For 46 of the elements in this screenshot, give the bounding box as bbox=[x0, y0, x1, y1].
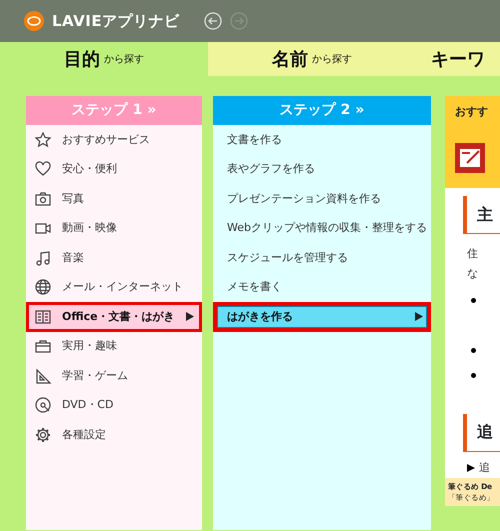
menu-item[interactable]: 写真 bbox=[26, 184, 202, 214]
menu-item[interactable]: 文書を作る bbox=[213, 125, 431, 154]
menu-item[interactable]: Office・文書・はがき bbox=[26, 302, 202, 332]
menu-item[interactable]: メモを書く bbox=[213, 272, 431, 302]
step-header: ステップ 2 » bbox=[213, 96, 431, 125]
menu-item[interactable]: 学習・ゲーム bbox=[26, 361, 202, 390]
music-note-icon bbox=[34, 248, 52, 267]
menu-item[interactable]: 安心・便利 bbox=[26, 154, 202, 184]
settings-icon bbox=[34, 426, 52, 444]
body-text: 住 bbox=[467, 246, 479, 262]
pen-app-icon bbox=[455, 142, 485, 172]
play-triangle-icon bbox=[186, 312, 194, 322]
bullet-icon bbox=[471, 372, 476, 378]
back-icon[interactable] bbox=[204, 12, 222, 30]
menu-item[interactable]: 動画・映像 bbox=[26, 214, 202, 243]
menu-item[interactable]: メール・インターネット bbox=[26, 272, 202, 302]
star-icon bbox=[34, 130, 52, 149]
menu-item[interactable]: 実用・趣味 bbox=[26, 332, 202, 361]
menu-item[interactable]: はがきを作る bbox=[213, 302, 431, 332]
link[interactable]: 追 bbox=[479, 458, 490, 478]
tab[interactable]: キーワ bbox=[416, 42, 500, 76]
bullet-icon bbox=[471, 298, 476, 303]
panel-title: おすす bbox=[455, 104, 489, 120]
play-triangle-icon bbox=[467, 464, 475, 472]
disc-icon bbox=[34, 396, 52, 414]
globe-icon bbox=[34, 278, 52, 296]
menu-item[interactable]: DVD・CD bbox=[26, 390, 202, 420]
menu-item[interactable]: おすすめサービス bbox=[26, 125, 202, 154]
camera-icon bbox=[34, 190, 52, 208]
body-text: な bbox=[467, 266, 479, 282]
heart-icon bbox=[34, 160, 52, 178]
menu-item[interactable]: 各種設定 bbox=[26, 420, 202, 450]
step-header: ステップ 1 » bbox=[26, 96, 202, 125]
menu-item[interactable]: 表やグラフを作る bbox=[213, 154, 431, 184]
play-triangle-icon bbox=[415, 312, 423, 322]
book-icon bbox=[34, 308, 52, 326]
menu-item[interactable]: スケジュールを管理する bbox=[213, 243, 431, 272]
app-logo bbox=[24, 11, 44, 31]
tab[interactable]: 名前 から探す bbox=[208, 42, 416, 76]
menu-item[interactable]: プレゼンテーション資料を作る bbox=[213, 184, 431, 214]
menu-item[interactable]: 音楽 bbox=[26, 243, 202, 272]
window-title: LAVIEアプリナビ bbox=[52, 10, 180, 32]
section-heading: 追 bbox=[463, 414, 500, 452]
section-heading: 主 bbox=[463, 196, 500, 234]
menu-item[interactable]: Webクリップや情報の収集・整理をする bbox=[213, 214, 431, 243]
bullet-icon bbox=[471, 348, 476, 354]
